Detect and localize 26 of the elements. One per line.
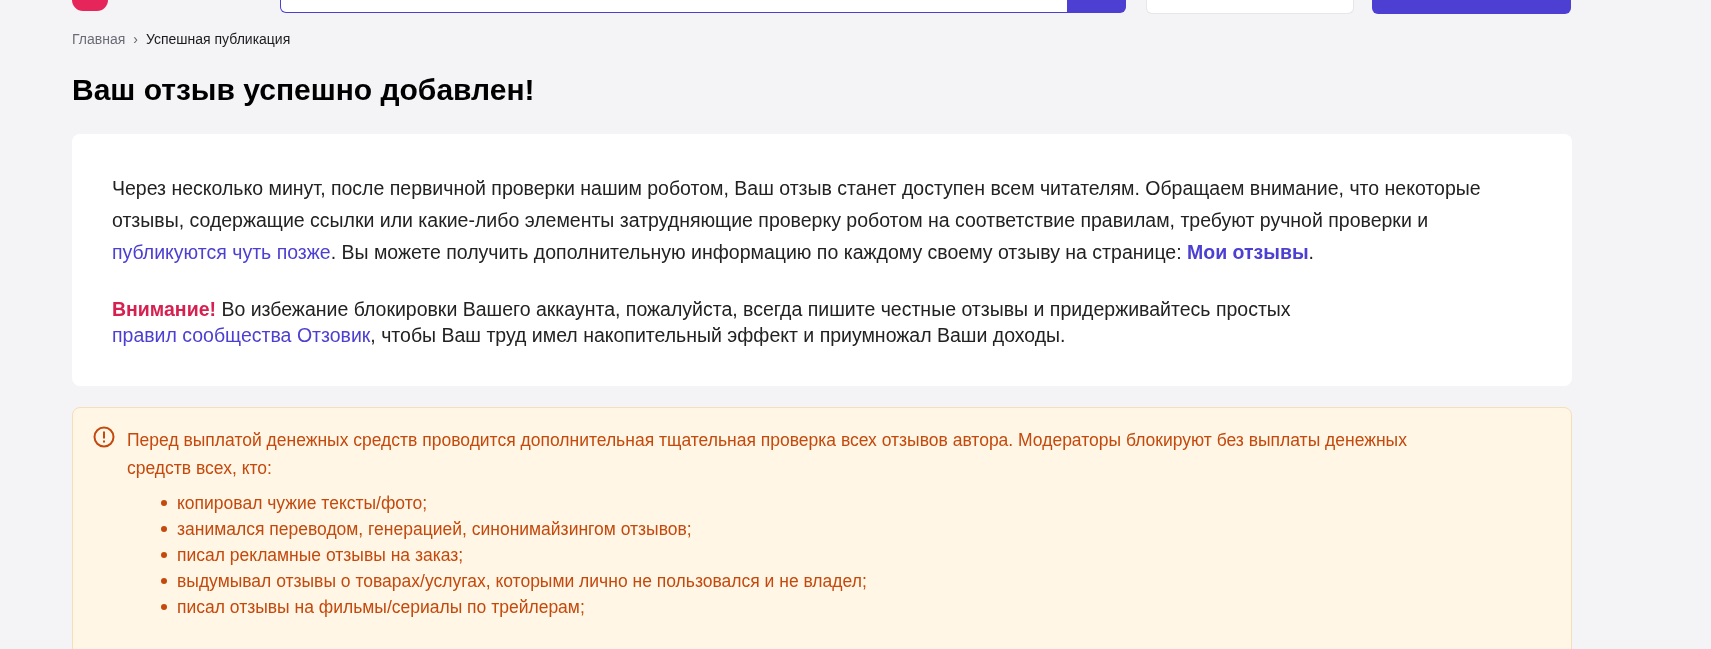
list-item: занимался переводом, генерацией, синонимайзингом отзывов; bbox=[177, 517, 692, 541]
warning-text: Перед выплатой денежных средств проводится дополнительная тщательная проверка всех отзывов автора. Модераторы блокируют без выплаты денежных средств всех, кто: bbox=[127, 429, 1408, 480]
list-item: копировал чужие тексты/фото; bbox=[177, 491, 428, 515]
alert-icon bbox=[93, 426, 115, 448]
list-item: писал отзывы на фильмы/сериалы по трейлерам; bbox=[177, 595, 585, 619]
bullet-icon bbox=[161, 604, 167, 610]
header-widget[interactable] bbox=[1146, 0, 1354, 14]
bullet-icon bbox=[161, 500, 167, 506]
search-field[interactable] bbox=[280, 0, 1068, 13]
list-item: писал рекламные отзывы на заказ; bbox=[177, 543, 464, 567]
header-button[interactable] bbox=[1372, 0, 1571, 14]
text-link[interactable]: публикуются чуть позже bbox=[112, 241, 331, 263]
notice-paragraph: Через несколько минут, после первичной проверки нашим роботом, Ваш отзыв станет доступен всем читателям. Обращаем внимание, что некоторые отзывы, содержащие ссылки или какие-либо элементы затрудняющие проверку роботом на соответствие правилам, требуют ручной проверки и публикуются чуть позже. Вы можете получить дополнительную информацию по каждому своему отзыву на странице: Мои отзывы. bbox=[112, 176, 1482, 265]
bullet-icon bbox=[161, 578, 167, 584]
notice-paragraph: Внимание! Во избежание блокировки Вашего аккаунта, пожалуйста, всегда пишите честные отзывы и придерживайтесь простых правил сообщества Отзовик, чтобы Ваш труд имел накопительный эффект и приумножал Ваши доходы. bbox=[112, 297, 1292, 348]
text-link[interactable]: правил сообщества Отзовик bbox=[112, 324, 371, 346]
bullet-icon bbox=[161, 526, 167, 532]
chevron-icon: › bbox=[133, 29, 138, 50]
list-item: выдумывал отзывы о товарах/услугах, которыми лично не пользовался и не владел; bbox=[177, 569, 867, 593]
text-link[interactable]: Мои отзывы bbox=[1187, 241, 1309, 263]
breadcrumb-current: Успешная публикация bbox=[145, 30, 291, 49]
logo-icon[interactable] bbox=[72, 0, 108, 11]
breadcrumb-link[interactable]: Главная bbox=[72, 29, 126, 50]
bullet-icon bbox=[161, 552, 167, 558]
search-button[interactable] bbox=[1068, 0, 1126, 13]
page-title: Ваш отзыв успешно добавлен! bbox=[72, 72, 536, 108]
